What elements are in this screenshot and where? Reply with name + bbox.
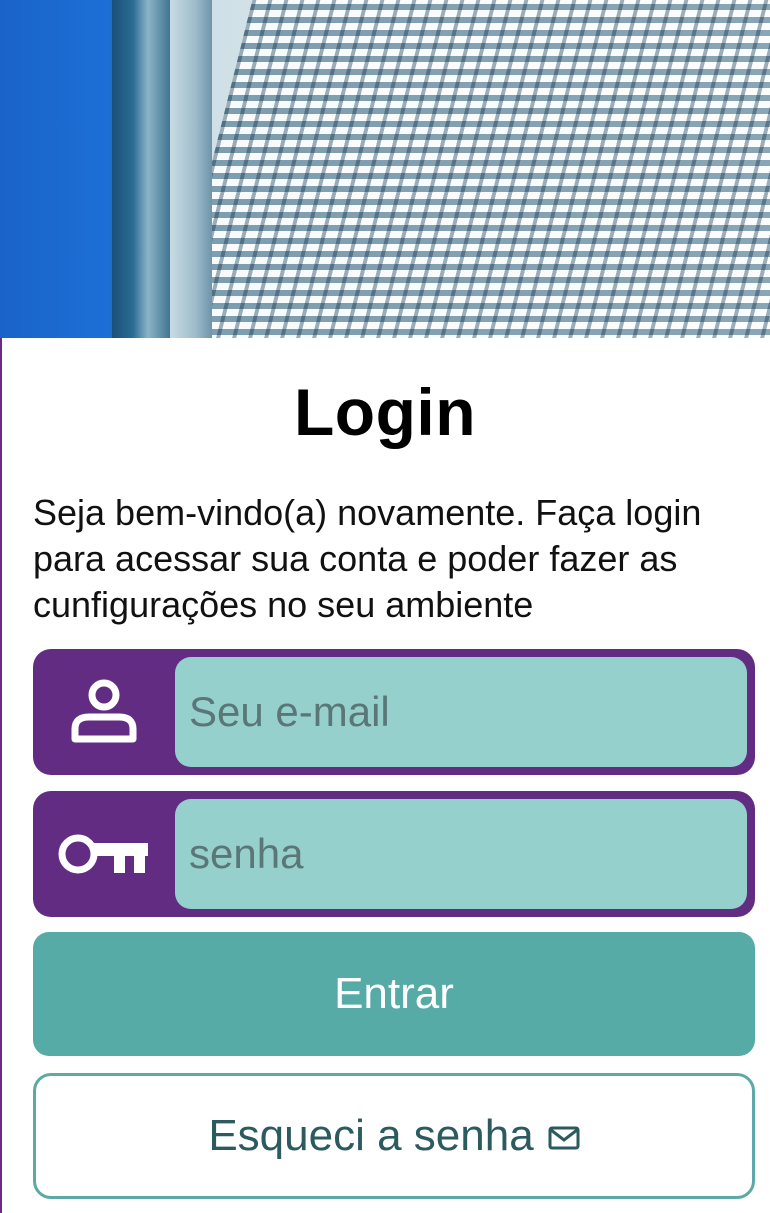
header-image <box>0 0 770 338</box>
building-pillar <box>112 0 172 338</box>
password-input[interactable] <box>175 799 747 909</box>
welcome-text: Seja bem-vindo(a) novamente. Faça login … <box>33 492 702 625</box>
login-button-label: Entrar <box>334 969 454 1018</box>
email-input[interactable] <box>175 657 747 767</box>
user-icon <box>33 649 175 775</box>
mail-icon <box>548 1111 580 1161</box>
building-facade-texture <box>147 0 770 338</box>
left-border <box>0 338 2 1213</box>
login-button[interactable]: Entrar <box>33 932 755 1056</box>
forgot-password-button[interactable]: Esqueci a senha <box>33 1073 755 1199</box>
password-field-group <box>33 791 755 917</box>
forgot-password-label: Esqueci a senha <box>208 1111 534 1160</box>
email-field-group <box>33 649 755 775</box>
key-icon <box>33 791 175 917</box>
building-edge <box>170 0 212 338</box>
page-title: Login <box>293 375 477 449</box>
